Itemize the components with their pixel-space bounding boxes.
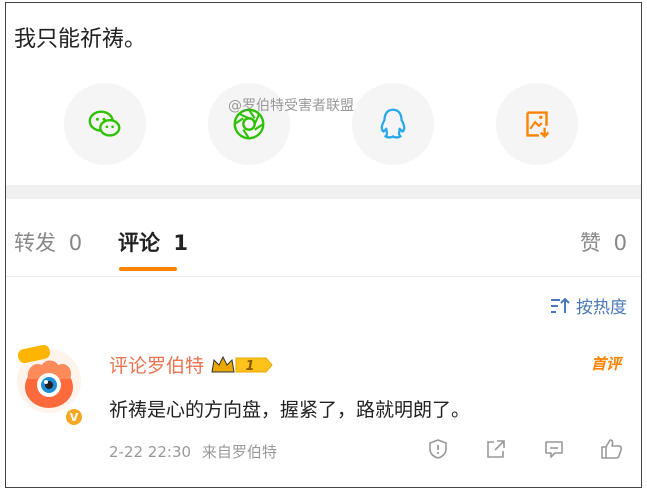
- crown-icon: 1: [211, 355, 273, 374]
- active-tab-indicator: [119, 267, 177, 271]
- author-name[interactable]: 评论罗伯特: [109, 351, 204, 378]
- comment-text: 祈祷是心的方向盘，握紧了，路就明朗了。: [109, 399, 471, 421]
- weibo-post-panel: 我只能祈祷。 @罗伯特受害者联盟 转发 0 评论 1 赞 0 按热度 V 评论罗…: [5, 2, 642, 488]
- thumbs-up-icon: [601, 439, 623, 459]
- share-qq-button[interactable]: [352, 83, 434, 165]
- comment-item: V 评论罗伯特 1 首评 祈祷是心的方向盘，握紧了，路就明朗了。 2-22 22…: [6, 333, 641, 483]
- vip-badge: 1: [210, 355, 274, 375]
- share-icon: [487, 440, 505, 458]
- comment-time: 2-22 22:30: [109, 443, 192, 461]
- post-text: 我只能祈祷。: [14, 27, 147, 52]
- comment-icon: [545, 441, 563, 458]
- tab-comments[interactable]: 评论 1: [118, 227, 188, 257]
- like-button[interactable]: [600, 437, 624, 461]
- tab-likes[interactable]: 赞 0: [580, 227, 627, 257]
- comment-author: 评论罗伯特 1: [109, 351, 274, 378]
- share-wechat-button[interactable]: [64, 83, 146, 165]
- report-icon: [429, 439, 447, 459]
- comment-actions: [426, 437, 624, 461]
- sort-label: 按热度: [576, 298, 627, 318]
- verified-badge: V: [70, 411, 79, 424]
- tab-likes-label: 赞: [579, 231, 601, 255]
- first-comment-badge: 首评: [590, 355, 621, 373]
- tab-likes-count: 0: [613, 231, 627, 255]
- watermark: @罗伯特受害者联盟: [228, 98, 354, 114]
- avatar[interactable]: V: [12, 339, 86, 427]
- tab-repost-count: 0: [68, 231, 83, 255]
- wechat-icon: [88, 110, 121, 137]
- vip-level: 1: [245, 359, 254, 374]
- tab-repost[interactable]: 转发 0: [14, 227, 82, 257]
- qq-icon: [380, 108, 406, 139]
- tab-comments-count: 1: [173, 231, 188, 255]
- section-divider: [6, 185, 641, 199]
- sort-icon: [551, 297, 570, 313]
- tab-repost-label: 转发: [14, 231, 56, 255]
- tab-comments-label: 评论: [118, 231, 160, 255]
- save-image-icon: [526, 111, 550, 138]
- save-image-button[interactable]: [496, 83, 578, 165]
- comment-meta: 2-22 22:30 来自罗伯特: [109, 441, 277, 462]
- sort-by-hot-button[interactable]: 按热度: [550, 293, 627, 318]
- interaction-tabs: 转发 0 评论 1 赞 0: [6, 199, 641, 277]
- reply-button[interactable]: [542, 437, 566, 461]
- report-button[interactable]: [426, 437, 450, 461]
- comment-source: 来自罗伯特: [201, 443, 277, 461]
- repost-comment-button[interactable]: [484, 437, 508, 461]
